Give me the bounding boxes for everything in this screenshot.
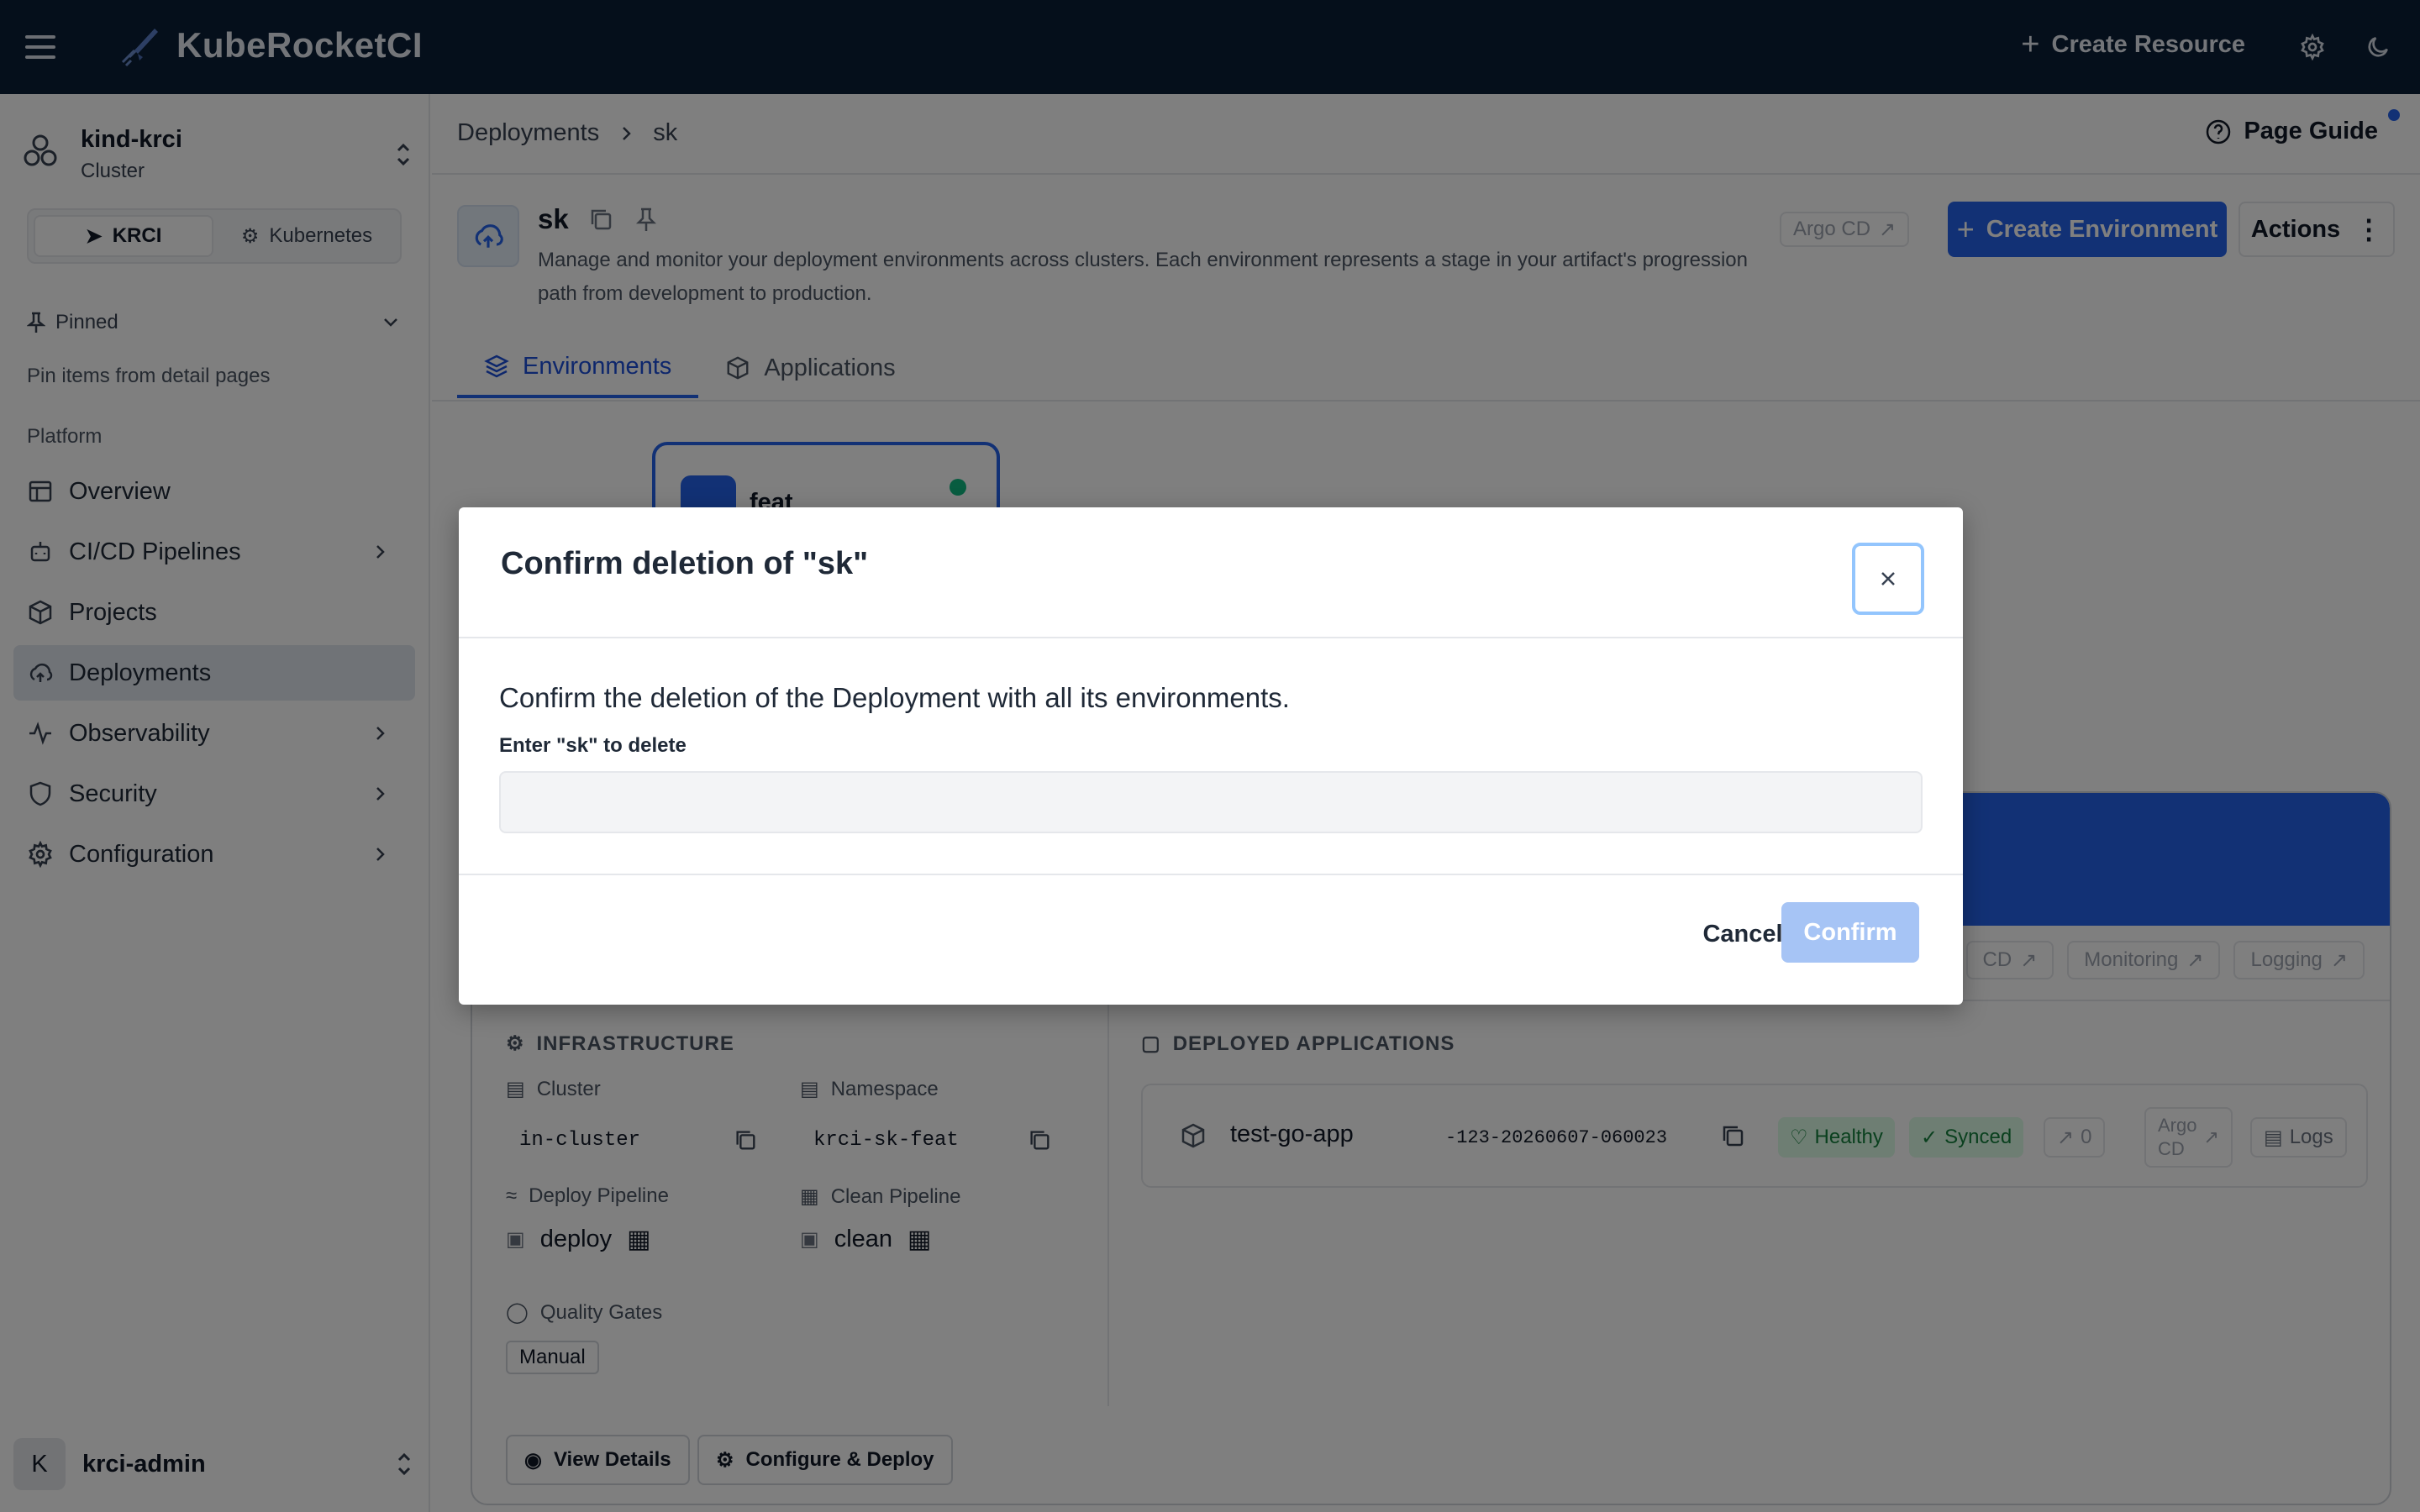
confirm-button[interactable]: Confirm bbox=[1781, 902, 1919, 963]
confirm-input-label: Enter "sk" to delete bbox=[499, 734, 687, 757]
dialog-header-divider bbox=[459, 637, 1963, 638]
dialog-message: Confirm the deletion of the Deployment w… bbox=[499, 682, 1290, 713]
close-icon bbox=[1881, 572, 1895, 585]
confirm-name-input[interactable] bbox=[499, 771, 1923, 833]
dialog-footer-divider bbox=[459, 874, 1963, 875]
confirm-delete-dialog: Confirm deletion of "sk" Confirm the del… bbox=[459, 507, 1963, 1005]
dialog-title: Confirm deletion of "sk" bbox=[501, 546, 869, 581]
close-button[interactable] bbox=[1852, 543, 1924, 615]
